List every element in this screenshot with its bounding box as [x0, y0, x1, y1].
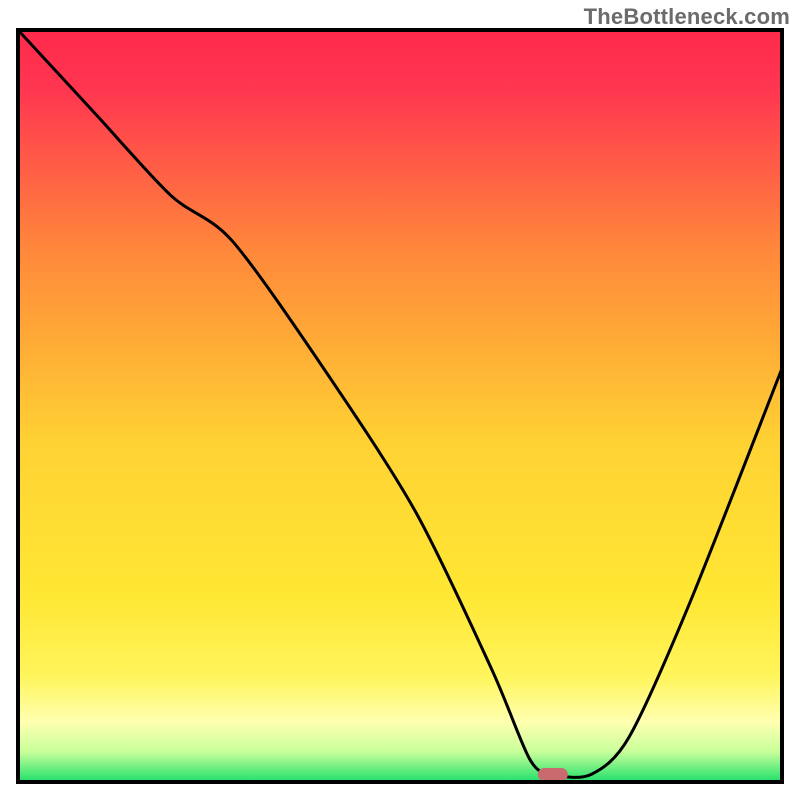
bottleneck-chart: [0, 0, 800, 800]
watermark-text: TheBottleneck.com: [584, 4, 790, 30]
chart-container: TheBottleneck.com: [0, 0, 800, 800]
optimal-marker: [538, 768, 568, 781]
gradient-background: [18, 30, 782, 782]
